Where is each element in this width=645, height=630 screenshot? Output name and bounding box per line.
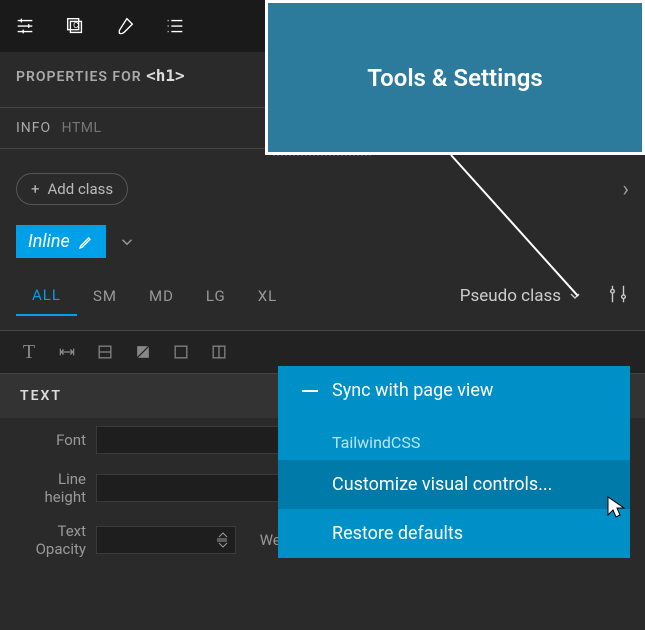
pencil-icon: [78, 234, 94, 250]
breakpoint-md[interactable]: MD: [133, 277, 190, 315]
dropdown-tailwind-header: TailwindCSS: [278, 415, 630, 460]
info-sub-label: HTML: [62, 120, 102, 136]
breakpoints: ALL SM MD LG XL Pseudo class: [16, 276, 629, 316]
properties-tag: <h1>: [146, 66, 185, 85]
tools-settings-icon[interactable]: [607, 283, 629, 309]
border-icon[interactable]: [162, 337, 200, 367]
inline-chip-label: Inline: [28, 231, 70, 252]
classes-section: + Add class › Inline ALL SM MD LG XL Pse…: [0, 159, 645, 330]
font-label: Font: [16, 431, 86, 449]
dropdown-sync-label: Sync with page view: [332, 380, 493, 401]
dropdown-restore-label: Restore defaults: [332, 523, 463, 544]
chevron-down-icon[interactable]: [118, 233, 136, 251]
text-format-icon[interactable]: T: [10, 337, 48, 367]
breakpoint-lg[interactable]: LG: [190, 277, 242, 315]
dropdown-restore[interactable]: Restore defaults: [278, 509, 630, 558]
chevron-right-icon[interactable]: ›: [622, 177, 629, 202]
svg-text:C: C: [73, 21, 78, 31]
add-class-button[interactable]: + Add class: [16, 173, 128, 205]
dropdown-customize-label: Customize visual controls...: [332, 474, 552, 495]
properties-label: PROPERTIES FOR: [16, 69, 142, 85]
copy-icon[interactable]: C: [50, 8, 100, 44]
plus-icon: +: [31, 180, 40, 198]
callout-title: Tools & Settings: [367, 64, 543, 92]
breakpoint-xl[interactable]: XL: [242, 277, 293, 315]
opacity-stepper[interactable]: [96, 526, 236, 554]
inline-chip[interactable]: Inline: [16, 225, 106, 258]
pseudo-class-dropdown[interactable]: Pseudo class: [460, 286, 595, 306]
tools-settings-dropdown: Sync with page view TailwindCSS Customiz…: [278, 366, 630, 558]
sliders-icon[interactable]: [0, 8, 50, 44]
add-class-label: Add class: [48, 180, 114, 198]
list-icon[interactable]: [150, 8, 200, 44]
fill-icon[interactable]: [124, 337, 162, 367]
dropdown-customize[interactable]: Customize visual controls...: [278, 460, 630, 509]
text-opacity-label: Text Opacity: [16, 522, 86, 558]
line-height-label: Line height: [16, 470, 86, 506]
add-class-row: + Add class ›: [16, 173, 629, 205]
pseudo-label: Pseudo class: [460, 286, 561, 306]
layout-icon[interactable]: [200, 337, 238, 367]
spacing-icon[interactable]: [48, 337, 86, 367]
brush-icon[interactable]: [100, 8, 150, 44]
callout-panel: Tools & Settings: [265, 0, 645, 155]
breakpoint-sm[interactable]: SM: [77, 277, 133, 315]
mouse-cursor: [606, 495, 628, 521]
align-icon[interactable]: [86, 337, 124, 367]
minus-icon: [302, 390, 318, 392]
breakpoint-all[interactable]: ALL: [16, 276, 77, 316]
info-label: INFO: [16, 120, 51, 136]
dropdown-sync[interactable]: Sync with page view: [278, 366, 630, 415]
